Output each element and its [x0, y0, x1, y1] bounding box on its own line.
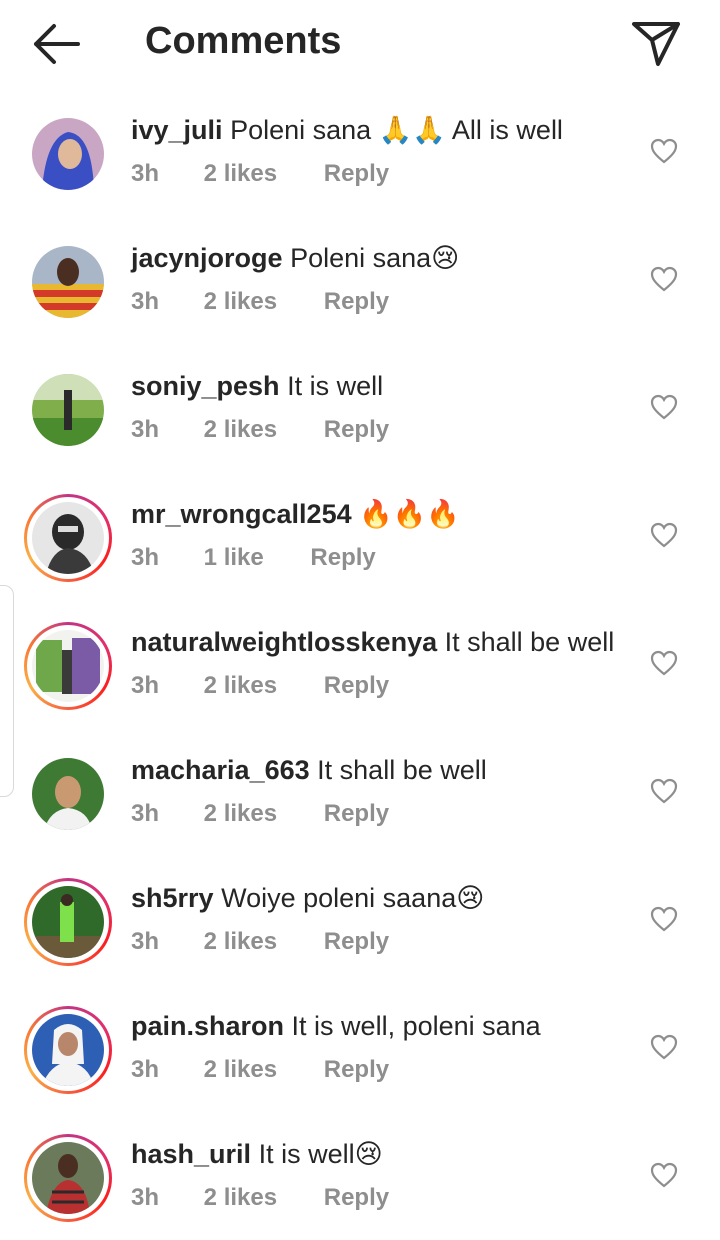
heart-icon	[650, 906, 678, 932]
comment-row: ivy_juli Poleni sana 🙏🙏 All is well 3h 2…	[0, 88, 720, 216]
heart-icon	[650, 138, 678, 164]
reply-button[interactable]: Reply	[324, 800, 389, 828]
avatar[interactable]	[32, 758, 104, 830]
reply-button[interactable]: Reply	[310, 544, 375, 572]
comment-likes[interactable]: 2 likes	[204, 160, 277, 188]
avatar[interactable]	[24, 622, 112, 710]
comment-row: macharia_663 It shall be well 3h 2 likes…	[0, 728, 720, 856]
comment-time: 3h	[131, 544, 160, 571]
reply-button[interactable]: Reply	[324, 416, 389, 444]
like-button[interactable]	[650, 522, 678, 548]
comment-username[interactable]: soniy_pesh	[131, 371, 280, 401]
avatar[interactable]	[24, 878, 112, 966]
comment-time: 3h	[131, 672, 160, 699]
page-title: Comments	[145, 20, 342, 62]
comment-time: 3h	[131, 800, 160, 827]
comment-row: pain.sharon It is well, poleni sana 3h 2…	[0, 984, 720, 1112]
reply-button[interactable]: Reply	[324, 928, 389, 956]
avatar[interactable]	[32, 374, 104, 446]
comment-username[interactable]: sh5rry	[131, 883, 214, 913]
heart-icon	[650, 394, 678, 420]
reply-button[interactable]: Reply	[324, 160, 389, 188]
paper-plane-icon	[632, 22, 680, 66]
comment-likes[interactable]: 2 likes	[204, 416, 277, 444]
comment-row: hash_uril It is well😢 3h 2 likes Reply	[0, 1112, 720, 1240]
like-button[interactable]	[650, 906, 678, 932]
comment-meta: 3h 1 like Reply	[131, 544, 376, 572]
heart-icon	[650, 266, 678, 292]
avatar[interactable]	[32, 118, 104, 190]
comment-username[interactable]: macharia_663	[131, 755, 310, 785]
comment-username[interactable]: pain.sharon	[131, 1011, 284, 1041]
heart-icon	[650, 650, 678, 676]
arrow-left-icon	[34, 24, 80, 64]
comment-likes[interactable]: 2 likes	[204, 288, 277, 316]
header: Comments	[0, 0, 720, 88]
comment-time: 3h	[131, 288, 160, 315]
avatar[interactable]	[24, 1134, 112, 1222]
reply-button[interactable]: Reply	[324, 1056, 389, 1084]
comment-body: It is well, poleni sana	[291, 1011, 541, 1041]
like-button[interactable]	[650, 1162, 678, 1188]
like-button[interactable]	[650, 266, 678, 292]
comment-body: Poleni sana😢	[290, 243, 460, 273]
comment-likes[interactable]: 2 likes	[204, 800, 277, 828]
edge-panel-handle[interactable]	[0, 585, 14, 797]
comment-time: 3h	[131, 1056, 160, 1083]
comment-list: ivy_juli Poleni sana 🙏🙏 All is well 3h 2…	[0, 88, 720, 1240]
comment-meta: 3h 2 likes Reply	[131, 416, 389, 444]
heart-icon	[650, 522, 678, 548]
comment-username[interactable]: naturalweightlosskenya	[131, 627, 437, 657]
like-button[interactable]	[650, 778, 678, 804]
comment-meta: 3h 2 likes Reply	[131, 928, 389, 956]
share-button[interactable]	[628, 18, 684, 68]
comment-time: 3h	[131, 416, 160, 443]
avatar[interactable]	[24, 1006, 112, 1094]
comment-likes[interactable]: 2 likes	[204, 672, 277, 700]
comment-row: soniy_pesh It is well 3h 2 likes Reply	[0, 344, 720, 472]
comment-meta: 3h 2 likes Reply	[131, 672, 389, 700]
comment-likes[interactable]: 2 likes	[204, 1056, 277, 1084]
comment-row: sh5rry Woiye poleni saana😢 3h 2 likes Re…	[0, 856, 720, 984]
like-button[interactable]	[650, 138, 678, 164]
comment-body: It shall be well	[317, 755, 487, 785]
like-button[interactable]	[650, 650, 678, 676]
comment-body: It is well	[287, 371, 384, 401]
comment-time: 3h	[131, 928, 160, 955]
comment-username[interactable]: hash_uril	[131, 1139, 251, 1169]
comment-body: Poleni sana 🙏🙏 All is well	[230, 115, 563, 145]
comment-username[interactable]: mr_wrongcall254	[131, 499, 352, 529]
reply-button[interactable]: Reply	[324, 288, 389, 316]
like-button[interactable]	[650, 1034, 678, 1060]
heart-icon	[650, 1034, 678, 1060]
reply-button[interactable]: Reply	[324, 672, 389, 700]
comment-username[interactable]: ivy_juli	[131, 115, 223, 145]
like-button[interactable]	[650, 394, 678, 420]
avatar[interactable]	[24, 494, 112, 582]
back-button[interactable]	[30, 22, 82, 66]
heart-icon	[650, 1162, 678, 1188]
comment-body: It shall be well	[444, 627, 615, 657]
comment-time: 3h	[131, 160, 160, 187]
comment-username[interactable]: jacynjoroge	[131, 243, 283, 273]
avatar[interactable]	[32, 246, 104, 318]
comment-meta: 3h 2 likes Reply	[131, 160, 389, 188]
comment-likes[interactable]: 2 likes	[204, 928, 277, 956]
comment-row: jacynjoroge Poleni sana😢 3h 2 likes Repl…	[0, 216, 720, 344]
heart-icon	[650, 778, 678, 804]
comment-body: Woiye poleni saana😢	[221, 883, 485, 913]
comment-body: 🔥🔥🔥	[359, 499, 460, 530]
comment-body: It is well😢	[258, 1139, 383, 1169]
comment-meta: 3h 2 likes Reply	[131, 800, 389, 828]
comment-likes[interactable]: 1 like	[204, 544, 264, 572]
comment-row: mr_wrongcall254 🔥🔥🔥 3h 1 like Reply	[0, 472, 720, 600]
comment-meta: 3h 2 likes Reply	[131, 288, 389, 316]
comment-row: naturalweightlosskenya It shall be well …	[0, 600, 720, 728]
comment-meta: 3h 2 likes Reply	[131, 1056, 389, 1084]
